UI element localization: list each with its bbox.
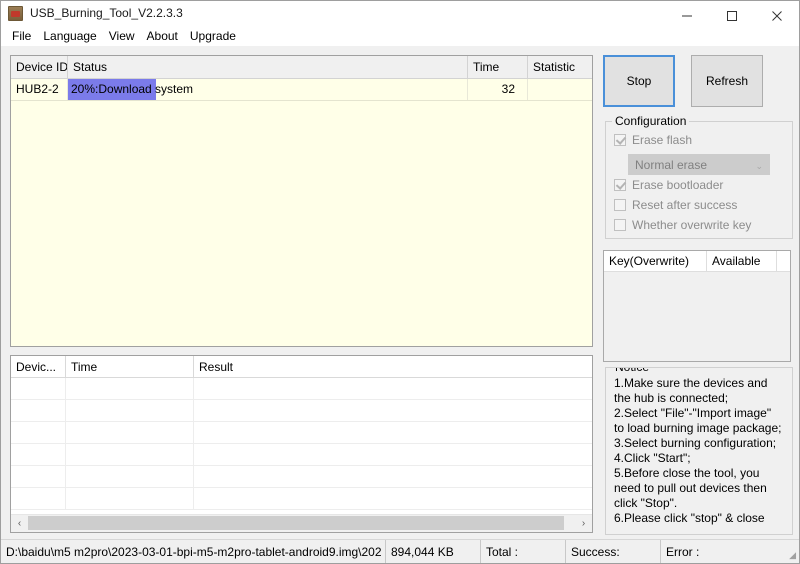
column-header-key-pad [777,251,790,271]
menu-bar: File Language View About Upgrade [1,26,799,46]
scrollbar-thumb[interactable] [28,516,565,530]
status-total: Total : [481,539,566,563]
checkbox-icon [614,179,626,191]
device-list-header: Device ID Status Time Statistic [11,56,592,79]
progress-bar: 20%:Download system [68,79,467,100]
column-header-device-id[interactable]: Device ID [11,56,68,78]
column-header-result-time[interactable]: Time [66,356,194,377]
cell-result-device [11,378,66,399]
cell-status: 20%:Download system [68,79,468,100]
app-icon [8,6,23,21]
checkbox-whether-overwrite-key-label: Whether overwrite key [632,218,752,232]
notice-legend: Notice [612,368,653,374]
checkbox-erase-bootloader-label: Erase bootloader [632,178,724,192]
cell-result-value [194,378,592,399]
cell-result-value [194,422,592,443]
result-list[interactable]: Devic... Time Result ‹ › [10,355,593,533]
checkbox-whether-overwrite-key[interactable]: Whether overwrite key [614,218,751,232]
list-item[interactable] [11,400,592,422]
checkbox-reset-after-success[interactable]: Reset after success [614,198,737,212]
cell-result-value [194,400,592,421]
scrollbar-track[interactable] [28,515,575,532]
cell-result-device [11,488,66,509]
notice-text: 1.Make sure the devices and the hub is c… [614,376,782,525]
device-list[interactable]: Device ID Status Time Statistic HUB2-2 2… [10,55,593,347]
cell-time: 32 [468,79,528,100]
cell-result-device [11,466,66,487]
cell-device-id: HUB2-2 [11,79,68,100]
cell-result-time [66,488,194,509]
checkbox-icon [614,199,626,211]
list-item[interactable] [11,488,592,510]
menu-item-language[interactable]: Language [37,28,102,44]
list-item[interactable] [11,422,592,444]
key-panel[interactable]: Key(Overwrite) Available [603,250,791,362]
checkbox-erase-flash-label: Erase flash [632,133,693,147]
checkbox-reset-after-success-label: Reset after success [632,198,738,212]
horizontal-scrollbar[interactable]: ‹ › [11,514,592,532]
cell-result-time [66,444,194,465]
erase-mode-dropdown[interactable]: Normal erase ⌄ [628,154,770,175]
status-image-path: D:\baidu\m5 m2pro\2023-03-01-bpi-m5-m2pr… [1,539,386,563]
erase-mode-value: Normal erase [635,157,708,172]
column-header-available[interactable]: Available [707,251,777,271]
column-header-time[interactable]: Time [468,56,528,78]
checkbox-erase-bootloader[interactable]: Erase bootloader [614,178,723,192]
cell-result-value [194,488,592,509]
status-bar: D:\baidu\m5 m2pro\2023-03-01-bpi-m5-m2pr… [1,539,799,563]
menu-item-about[interactable]: About [141,28,184,44]
chevron-down-icon: ⌄ [755,161,763,171]
scroll-right-arrow-icon[interactable]: › [575,515,592,532]
cell-result-value [194,444,592,465]
usb-burning-tool-window: USB_Burning_Tool_V2.2.3.3 File Language … [0,0,800,564]
menu-item-view[interactable]: View [103,28,141,44]
configuration-legend: Configuration [612,114,690,128]
window-title: USB_Burning_Tool_V2.2.3.3 [30,6,183,20]
cell-result-device [11,400,66,421]
column-header-result-device[interactable]: Devic... [11,356,66,377]
checkbox-icon [614,219,626,231]
result-list-header: Devic... Time Result [11,356,592,378]
progress-bar-label: 20%:Download system [71,82,194,96]
menu-item-file[interactable]: File [6,28,37,44]
cell-result-device [11,444,66,465]
cell-result-time [66,400,194,421]
cell-result-time [66,378,194,399]
list-item[interactable] [11,466,592,488]
list-item[interactable] [11,444,592,466]
status-success: Success: [566,539,661,563]
table-row[interactable]: HUB2-2 20%:Download system 32 [11,79,592,101]
list-item[interactable] [11,378,592,400]
resize-grip-icon[interactable]: ◢ [784,549,796,561]
column-header-key-overwrite[interactable]: Key(Overwrite) [604,251,707,271]
scroll-left-arrow-icon[interactable]: ‹ [11,515,28,532]
menu-item-upgrade[interactable]: Upgrade [184,28,242,44]
cell-result-value [194,466,592,487]
cell-result-time [66,422,194,443]
cell-result-time [66,466,194,487]
result-list-rows [11,378,592,512]
refresh-button[interactable]: Refresh [691,55,763,107]
configuration-group: Configuration Erase flash Normal erase ⌄… [605,114,793,239]
device-list-empty-area [11,101,592,346]
title-bar-left: USB_Burning_Tool_V2.2.3.3 [1,1,183,21]
key-panel-header: Key(Overwrite) Available [604,251,790,272]
notice-group: Notice 1.Make sure the devices and the h… [605,367,793,535]
status-error: Error : [666,544,700,559]
checkbox-erase-flash[interactable]: Erase flash [614,133,692,147]
cell-statistic [528,79,592,100]
cell-result-device [11,422,66,443]
checkbox-icon [614,134,626,146]
column-header-result[interactable]: Result [194,356,592,377]
stop-button[interactable]: Stop [603,55,675,107]
status-image-size: 894,044 KB [386,539,481,563]
column-header-statistic[interactable]: Statistic [528,56,592,78]
column-header-status[interactable]: Status [68,56,468,78]
